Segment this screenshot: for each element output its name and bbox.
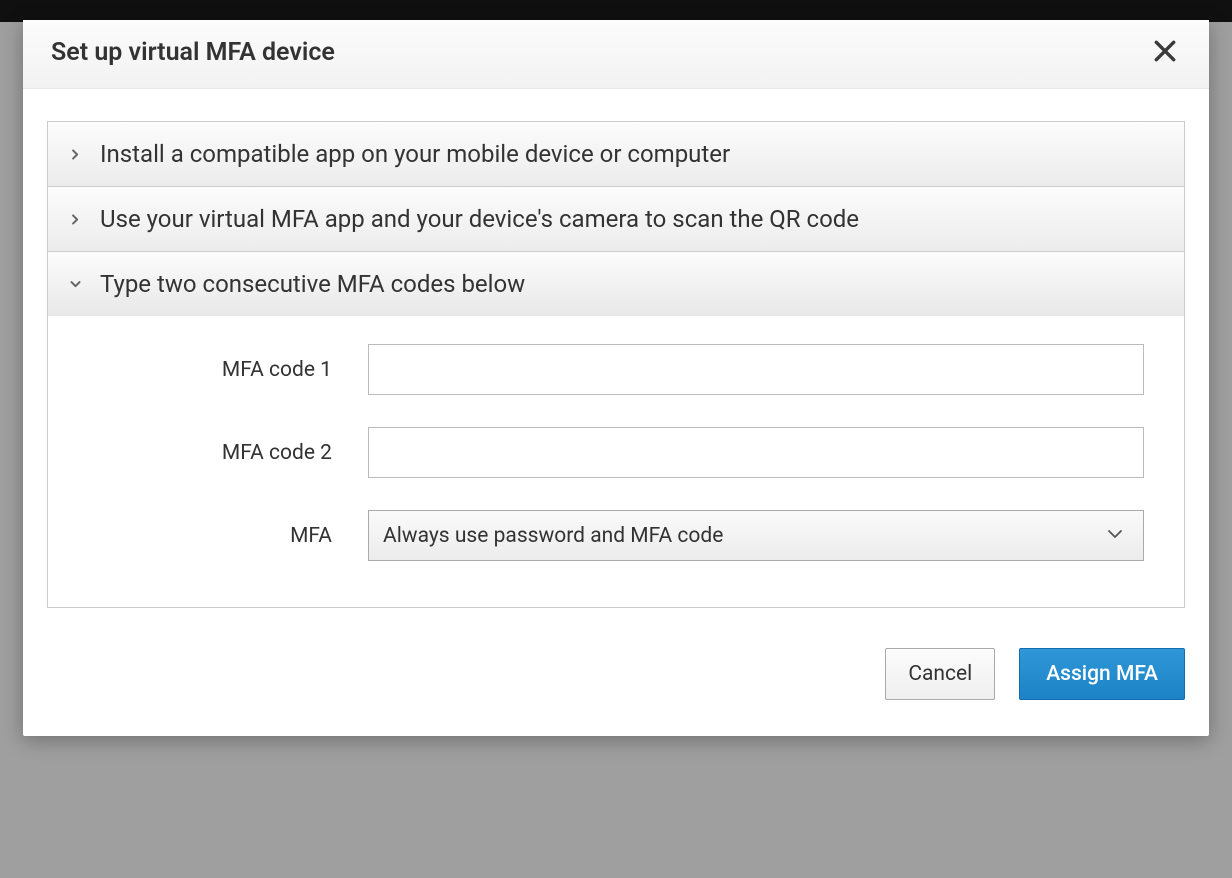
accordion-item-scan: Use your virtual MFA app and your device… (48, 187, 1184, 252)
chevron-down-icon (68, 277, 82, 291)
accordion-item-codes: Type two consecutive MFA codes below MFA… (48, 252, 1184, 607)
accordion-header-install[interactable]: Install a compatible app on your mobile … (48, 122, 1184, 186)
chevron-down-icon (1107, 524, 1123, 548)
label-mfa-code-1: MFA code 1 (88, 358, 368, 382)
chevron-right-icon (68, 212, 82, 226)
modal-footer: Cancel Assign MFA (23, 648, 1209, 736)
form-row-code1: MFA code 1 (88, 344, 1144, 395)
input-mfa-code-2[interactable] (368, 427, 1144, 478)
modal-header: Set up virtual MFA device (23, 20, 1209, 89)
form-row-mfa-select: MFA Always use password and MFA code (88, 510, 1144, 561)
modal-title: Set up virtual MFA device (51, 38, 335, 67)
accordion-item-install: Install a compatible app on your mobile … (48, 122, 1184, 187)
assign-mfa-button[interactable]: Assign MFA (1019, 648, 1185, 700)
accordion-content-codes: MFA code 1 MFA code 2 MFA Always use pas… (48, 316, 1184, 607)
close-button[interactable] (1149, 36, 1181, 68)
accordion: Install a compatible app on your mobile … (47, 121, 1185, 608)
close-icon (1152, 38, 1178, 67)
form-row-code2: MFA code 2 (88, 427, 1144, 478)
accordion-header-codes[interactable]: Type two consecutive MFA codes below (48, 252, 1184, 316)
accordion-title-codes: Type two consecutive MFA codes below (100, 270, 525, 298)
input-mfa-code-1[interactable] (368, 344, 1144, 395)
chevron-right-icon (68, 147, 82, 161)
modal-body: Install a compatible app on your mobile … (23, 89, 1209, 648)
label-mfa-select: MFA (88, 524, 368, 548)
modal-dialog: Set up virtual MFA device (23, 20, 1209, 736)
cancel-button[interactable]: Cancel (885, 648, 995, 700)
accordion-title-scan: Use your virtual MFA app and your device… (100, 205, 859, 233)
modal-overlay: Set up virtual MFA device (0, 0, 1232, 878)
label-mfa-code-2: MFA code 2 (88, 441, 368, 465)
select-mfa-value: Always use password and MFA code (383, 524, 723, 548)
accordion-header-scan[interactable]: Use your virtual MFA app and your device… (48, 187, 1184, 251)
accordion-title-install: Install a compatible app on your mobile … (100, 140, 730, 168)
select-mfa-mode[interactable]: Always use password and MFA code (368, 510, 1144, 561)
